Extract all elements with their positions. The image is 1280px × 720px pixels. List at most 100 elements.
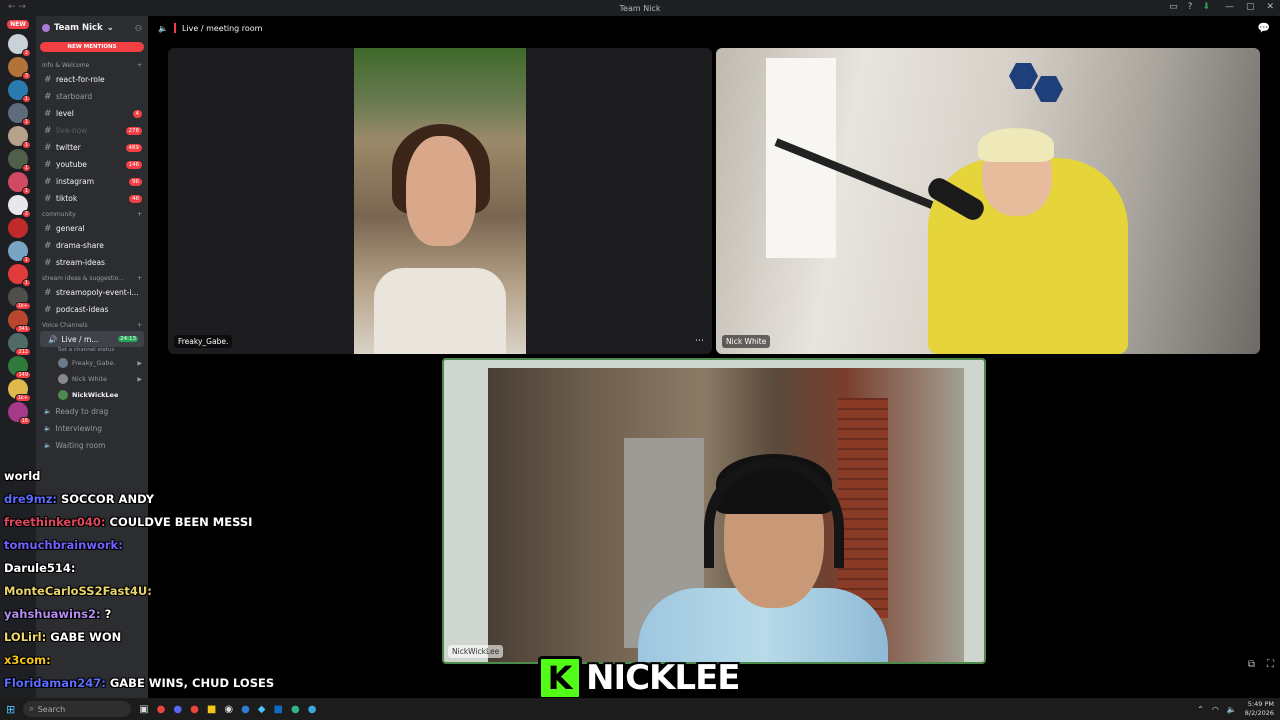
channel-item[interactable]: # tiktok 46 [36,190,148,207]
server-icon[interactable]: 1 [8,172,31,195]
hash-icon: # [44,176,52,187]
channel-item[interactable]: # instagram 96 [36,173,148,190]
tray-chevron-icon[interactable]: ⌃ [1197,705,1204,714]
speaker-icon: 🔈 [44,425,52,432]
app-icon[interactable]: ● [190,704,199,715]
popout-icon[interactable]: ⧉ [1248,659,1255,670]
add-channel-icon[interactable]: + [137,62,142,69]
channel-item[interactable]: # twitter 489 [36,139,148,156]
voice-user[interactable]: Nick White ▶ [36,371,148,387]
video-tile-nickwicklee[interactable]: NickWickLee [442,358,986,664]
server-icon[interactable]: 1 [8,103,31,126]
chat-username[interactable]: world [4,469,40,483]
chat-username[interactable]: yahshuawins2: [4,607,101,621]
server-icon[interactable]: 212 [8,333,31,356]
maximize-button[interactable]: ▢ [1246,2,1255,12]
chat-username[interactable]: tomuchbrainwork: [4,538,123,552]
obs-icon[interactable]: ◉ [224,704,233,715]
windows-start-icon[interactable]: ⊞ [6,703,15,716]
server-icon[interactable]: 16 [8,402,31,425]
app-icon[interactable]: ◆ [258,704,266,715]
category-header[interactable]: stream ideas & suggestio... + [36,271,148,284]
voice-channel-item[interactable]: 🔈 Interviewing [36,420,148,437]
voice-channel-live[interactable]: 🔊 Live / m... 24:13 [40,331,144,347]
server-icon[interactable]: 2 [8,34,31,57]
edge-icon[interactable]: ● [291,704,300,715]
voice-channel-item[interactable]: 🔈 Ready to drag [36,403,148,420]
channel-item[interactable]: # youtube 146 [36,156,148,173]
channel-status[interactable]: Set a channel status [36,347,148,355]
video-tile-nick-white[interactable]: Nick White [716,48,1260,354]
server-icon[interactable]: 3 [8,57,31,80]
server-icon[interactable]: 1 [8,80,31,103]
category-header[interactable]: community + [36,207,148,220]
server-icon[interactable]: 1 [8,241,31,264]
chat-username[interactable]: MonteCarloSS2Fast4U: [4,584,152,598]
task-view-icon[interactable]: ▣ [139,704,148,715]
category-header[interactable]: Info & Welcome + [36,58,148,71]
clock[interactable]: 5:49 PM 8/2/2026 [1245,700,1274,718]
voice-category[interactable]: Voice Channels + [36,318,148,331]
server-icon[interactable]: 1 [8,126,31,149]
server-icon[interactable]: 149 [8,356,31,379]
help-icon[interactable]: ? [1188,2,1193,12]
video-feed [354,48,526,354]
server-icon[interactable]: 1k+ [8,379,31,402]
channel-name: streamopoly-event-i... [56,288,139,297]
server-icon[interactable]: 1k+ [8,287,31,310]
server-header[interactable]: Team Nick ⌄ ⚇ [36,16,148,40]
chat-username[interactable]: LOLirl: [4,630,46,644]
explorer-icon[interactable]: ■ [207,704,216,715]
add-member-icon[interactable]: ⚇ [135,24,142,33]
hash-icon: # [44,223,52,234]
chat-username[interactable]: x3com: [4,653,51,667]
discord-icon[interactable]: ● [173,704,182,715]
inbox-icon[interactable]: ▭ [1169,2,1178,12]
wifi-icon[interactable]: ◠ [1212,705,1219,714]
tile-name-label: Nick White [722,335,771,348]
voice-user[interactable]: NickWickLee [36,387,148,403]
server-icon[interactable]: 1 [8,264,31,287]
close-button[interactable]: ✕ [1266,2,1274,12]
channel-item[interactable]: # live-now 278 [36,122,148,139]
channel-item[interactable]: # level 4 [36,105,148,122]
new-mentions-banner[interactable]: NEW MENTIONS [40,42,144,52]
channel-item[interactable]: # stream-ideas [36,254,148,271]
app-icon[interactable]: ● [241,704,250,715]
server-icon[interactable]: 1 [8,149,31,172]
channel-item[interactable]: # react-for-role [36,71,148,88]
server-icon[interactable]: 2 [8,195,31,218]
server-badge: 1k+ [14,394,31,402]
chat-username[interactable]: Floridaman247: [4,676,106,690]
channel-item[interactable]: # general [36,220,148,237]
voice-user[interactable]: Freaky_Gabe. ▶ [36,355,148,371]
server-icon[interactable]: 341 [8,310,31,333]
chat-username[interactable]: Darule514: [4,561,76,575]
nav-arrows[interactable]: ← → [8,2,26,12]
channel-item[interactable]: # starboard [36,88,148,105]
app-icon[interactable]: ● [308,704,317,715]
chat-bubble-icon[interactable]: 💬 [1258,23,1270,34]
avatar [58,390,68,400]
add-channel-icon[interactable]: + [137,211,142,218]
channel-name: react-for-role [56,75,105,84]
chat-username[interactable]: dre9mz: [4,492,57,506]
chat-message: tomuchbrainwork: [4,533,304,556]
channel-item[interactable]: # drama-share [36,237,148,254]
fullscreen-icon[interactable]: ⛶ [1267,659,1274,670]
minimize-button[interactable]: — [1225,2,1234,12]
channel-name: twitter [56,143,81,152]
chat-username[interactable]: freethinker040: [4,515,106,529]
chrome-icon[interactable]: ● [157,704,166,715]
download-icon[interactable]: ⬇ [1202,2,1210,12]
channel-item[interactable]: # streamopoly-event-i... [36,284,148,301]
more-options-icon[interactable]: ⋯ [695,336,704,346]
server-icon[interactable] [8,218,28,238]
add-channel-icon[interactable]: + [137,275,142,282]
app-icon[interactable]: ■ [274,704,283,715]
taskbar-search[interactable]: ⌕ Search [23,701,132,717]
channel-item[interactable]: # podcast-ideas [36,301,148,318]
volume-icon[interactable]: 🔈 [1227,705,1237,714]
voice-channel-item[interactable]: 🔈 Waiting room [36,437,148,454]
video-tile-gabe[interactable]: Freaky_Gabe. ⋯ [168,48,712,354]
